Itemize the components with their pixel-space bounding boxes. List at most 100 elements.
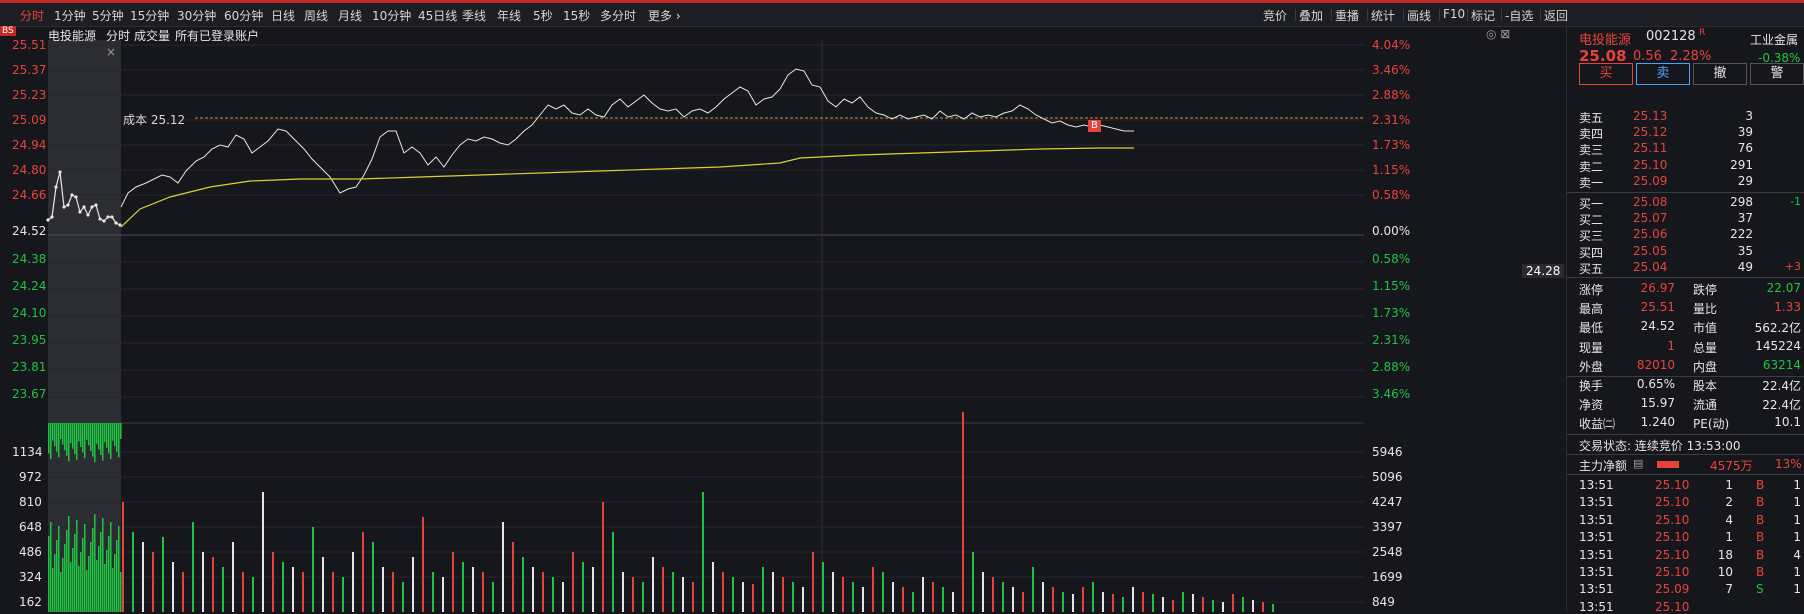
toolbar-divider [1331, 9, 1332, 21]
volume-bar [342, 577, 344, 612]
volume-bar [72, 423, 74, 449]
cancel-order-button[interactable]: 撤 [1693, 63, 1747, 85]
volume-bar [962, 412, 964, 612]
tab-intraday[interactable]: 分时 [20, 7, 44, 24]
btn-draw[interactable]: 画线 [1407, 7, 1431, 24]
bid-label: 买三 [1579, 229, 1604, 244]
cost-label: 成本 25.12 [123, 113, 186, 127]
btn-mark[interactable]: 标记 [1471, 7, 1495, 24]
price-change-pct: 2.28% [1670, 49, 1712, 64]
main-flow-bar [1657, 461, 1679, 468]
stat-label: 净资 [1579, 398, 1604, 413]
volume-bar [172, 562, 174, 612]
volume-bar [452, 552, 454, 612]
volume-bar [106, 423, 108, 448]
volume-bar [62, 423, 64, 445]
volume-bar [50, 423, 52, 459]
volume-tick-right: 3397 [1372, 520, 1403, 534]
volume-bar [542, 572, 544, 612]
stat-label: 外盘 [1579, 359, 1604, 374]
btn-watchlist[interactable]: -自选 [1505, 7, 1533, 24]
volume-tick: 648 [19, 520, 42, 534]
tick-price: 25.10 [1655, 478, 1690, 492]
bid-volume: 298 [1730, 195, 1753, 209]
tab-15min[interactable]: 15分钟 [130, 7, 169, 24]
volume-bar [120, 423, 122, 439]
volume-bar [632, 577, 634, 612]
tab-monthly[interactable]: 月线 [338, 7, 362, 24]
tab-weekly[interactable]: 周线 [304, 7, 328, 24]
tick-side: S [1756, 582, 1764, 597]
stat-label: 量比 [1693, 302, 1718, 317]
pct-tick: 1.73% [1372, 138, 1411, 152]
tick-volume: 2 [1725, 495, 1733, 510]
tab-multi-intraday[interactable]: 多分时 [600, 7, 636, 24]
tab-60min[interactable]: 60分钟 [224, 7, 263, 24]
tick-time: 13:51 [1579, 478, 1614, 492]
price-tick: 24.66 [12, 188, 47, 202]
price-tick: 24.52 [12, 224, 47, 238]
volume-bar [312, 527, 314, 612]
table-icon[interactable]: ▤ [1633, 457, 1643, 470]
stat-label: 涨停 [1579, 283, 1604, 297]
volume-tick-right: 5096 [1372, 470, 1403, 484]
bid-price: 25.07 [1633, 211, 1668, 226]
volume-bar [1082, 587, 1084, 612]
volume-bar [118, 526, 120, 612]
btn-overlay[interactable]: 叠加 [1299, 7, 1323, 24]
volume-bar [72, 548, 74, 612]
volume-bar [852, 582, 854, 612]
industry-name[interactable]: 工业金属 [1750, 31, 1798, 48]
volume-bar [1062, 592, 1064, 612]
volume-bar [492, 582, 494, 612]
volume-bar [90, 423, 92, 451]
volume-bar [76, 520, 78, 612]
bid-label: 买五 [1579, 261, 1604, 276]
tab-45day[interactable]: 45日线 [418, 7, 457, 24]
volume-bar [88, 423, 90, 446]
btn-replay[interactable]: 重播 [1335, 7, 1359, 24]
close-panel-icon[interactable]: × [106, 45, 116, 59]
intraday-chart[interactable]: BS 电投能源 分时 成交量 所有已登录账户 × ◎ ⊠ 成本 25.12 B … [0, 26, 1565, 612]
stat-label: 股本 [1693, 379, 1718, 393]
volume-bar [90, 542, 92, 612]
ask-volume: 29 [1737, 173, 1753, 188]
volume-bar [842, 577, 844, 612]
window-controls-icon[interactable]: ◎ ⊠ [1486, 27, 1510, 41]
tab-30min[interactable]: 30分钟 [177, 7, 216, 24]
btn-auction[interactable]: 竞价 [1263, 7, 1287, 24]
tab-yearly[interactable]: 年线 [497, 7, 521, 24]
volume-bar [252, 577, 254, 612]
tick-volume: 1 [1725, 478, 1733, 492]
tick-count: 1 [1793, 565, 1801, 579]
volume-bar [952, 592, 954, 612]
buy-marker[interactable]: B [1088, 120, 1101, 132]
tab-1min[interactable]: 1分钟 [54, 7, 86, 24]
sell-button[interactable]: 卖 [1636, 63, 1690, 85]
bid-delta: -1 [1790, 195, 1801, 208]
volume-bar [332, 572, 334, 612]
btn-back[interactable]: 返回 [1544, 7, 1568, 24]
volume-bar [82, 423, 84, 453]
bid-price: 25.04 [1633, 259, 1668, 274]
tab-5sec[interactable]: 5秒 [533, 7, 553, 24]
chart-account-label[interactable]: 所有已登录账户 [175, 27, 259, 44]
btn-f10[interactable]: F10 [1443, 7, 1465, 21]
volume-bar [86, 423, 88, 440]
stat-value: 10.1 [1774, 415, 1801, 430]
tab-quarterly[interactable]: 季线 [462, 7, 486, 24]
btn-stats[interactable]: 统计 [1371, 7, 1395, 24]
tab-daily[interactable]: 日线 [271, 7, 295, 24]
tick-count: 1 [1793, 530, 1801, 545]
volume-bar [1052, 587, 1054, 612]
tab-15sec[interactable]: 15秒 [563, 7, 590, 24]
pct-tick: 1.15% [1372, 279, 1411, 293]
alert-button[interactable]: 警 [1750, 63, 1804, 85]
volume-bar [52, 423, 54, 441]
volume-bar [1162, 597, 1164, 612]
tab-5min[interactable]: 5分钟 [92, 7, 124, 24]
tick-side: B [1756, 495, 1765, 510]
tab-more[interactable]: 更多 › [648, 7, 681, 24]
tab-10min[interactable]: 10分钟 [372, 7, 411, 24]
buy-button[interactable]: 买 [1579, 63, 1633, 85]
